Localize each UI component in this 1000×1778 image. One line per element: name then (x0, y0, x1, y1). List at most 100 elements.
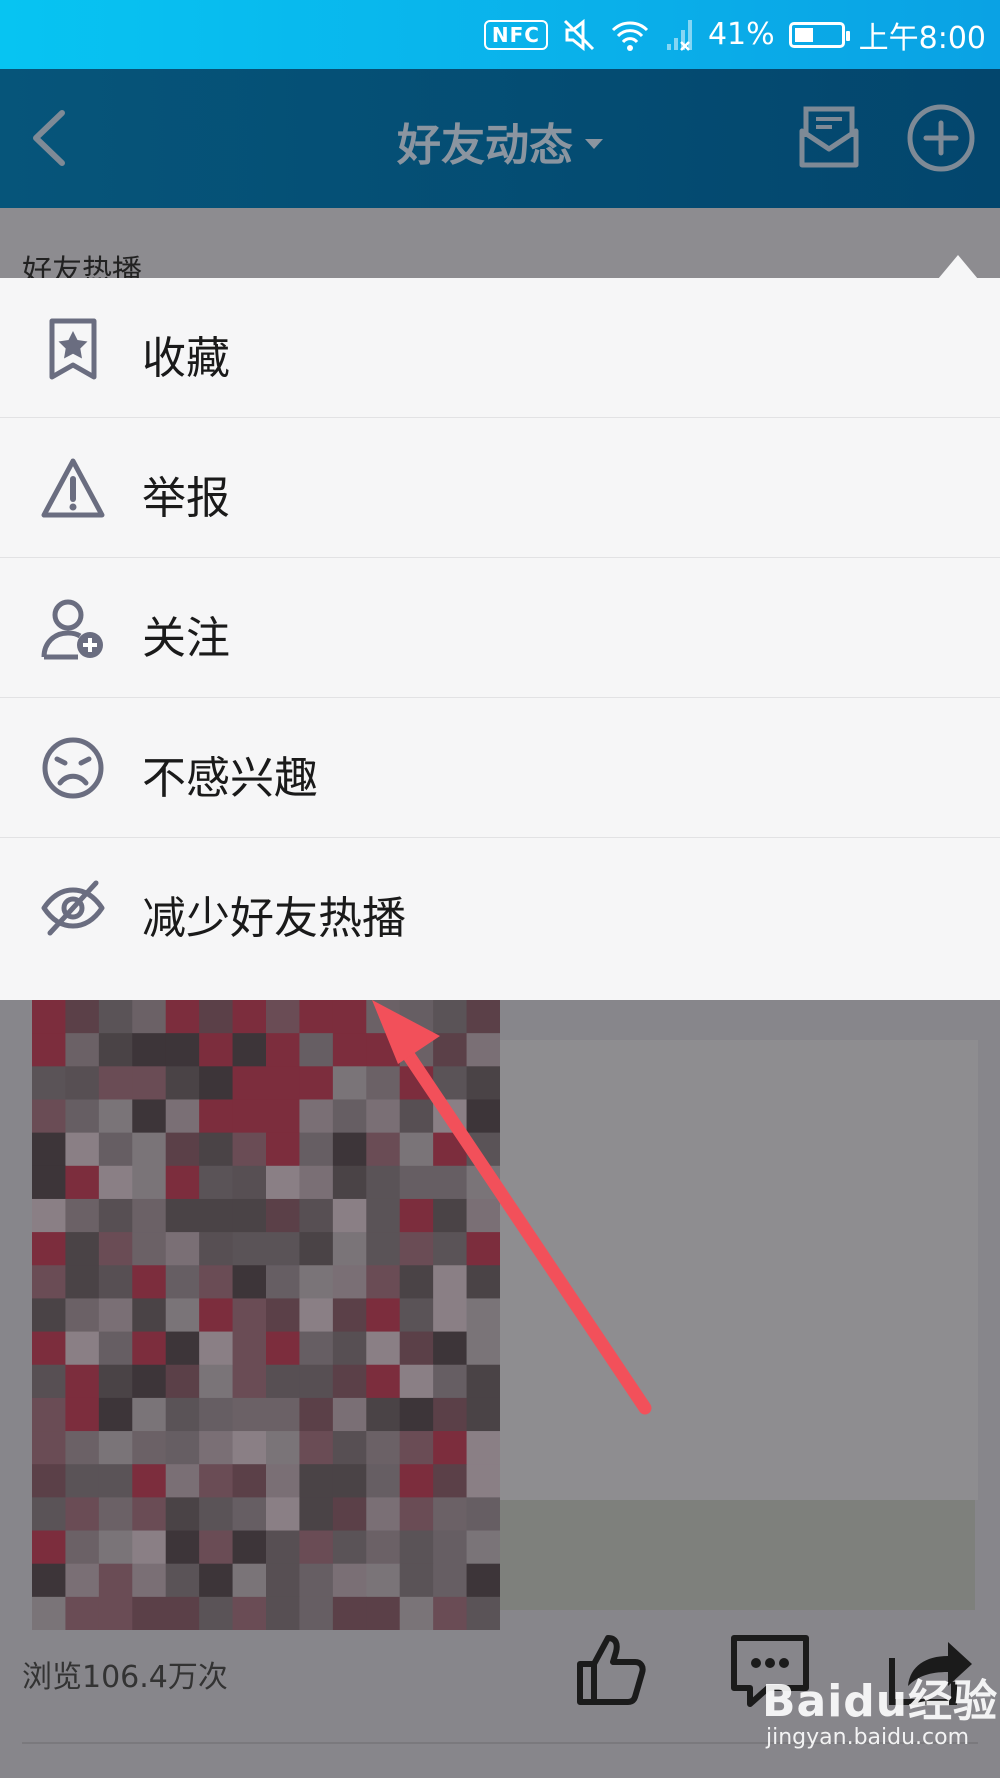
pixelated-post-image[interactable] (32, 1000, 500, 1630)
mosaic-tile (466, 1497, 500, 1532)
baidu-jingyan-watermark: Baidu经验 jingyan.baidu.com (762, 1665, 998, 1750)
mosaic-tile (366, 1431, 401, 1465)
mosaic-tile (199, 1099, 234, 1134)
mosaic-tile (32, 1464, 66, 1498)
mosaic-tile (132, 1232, 167, 1266)
mosaic-tile (266, 1298, 300, 1333)
mosaic-tile (466, 1596, 500, 1630)
mosaic-tile (98, 1331, 133, 1366)
mosaic-tile (299, 1099, 334, 1134)
mosaic-tile (65, 1331, 100, 1366)
mosaic-tile (266, 1033, 300, 1067)
mosaic-tile (433, 1232, 468, 1266)
mosaic-tile (165, 1099, 200, 1134)
mosaic-tile (232, 1000, 267, 1034)
menu-item-not-interested[interactable]: 不感兴趣 (0, 698, 1000, 838)
menu-item-follow[interactable]: 关注 (0, 558, 1000, 698)
mosaic-tile (332, 1464, 367, 1498)
mosaic-tile (65, 1165, 100, 1200)
mosaic-tile (366, 1530, 401, 1565)
mosaic-tile (299, 1000, 334, 1034)
mosaic-tile (366, 1563, 401, 1598)
like-icon[interactable] (560, 1630, 660, 1710)
menu-item-reduce-hot[interactable]: 减少好友热播 (0, 838, 1000, 977)
mosaic-tile (366, 1033, 401, 1067)
caret-down-icon (585, 139, 603, 149)
mosaic-tile (32, 1033, 66, 1067)
mosaic-tile (98, 1397, 133, 1432)
mosaic-tile (399, 1198, 434, 1233)
mosaic-tile (199, 1165, 234, 1200)
mosaic-tile (98, 1232, 133, 1266)
mosaic-tile (299, 1165, 334, 1200)
mosaic-tile (32, 1198, 66, 1233)
mosaic-tile (199, 1596, 234, 1630)
mosaic-tile (266, 1431, 300, 1465)
mosaic-tile (466, 1265, 500, 1299)
mosaic-tile (65, 1298, 100, 1333)
mosaic-tile (165, 1066, 200, 1100)
mosaic-tile (65, 1397, 100, 1432)
mosaic-tile (266, 1464, 300, 1498)
mosaic-tile (232, 1364, 267, 1399)
mosaic-tile (98, 1464, 133, 1498)
mosaic-tile (98, 1563, 133, 1598)
mail-icon[interactable] (792, 101, 866, 175)
mosaic-tile (32, 1596, 66, 1630)
mosaic-tile (98, 1530, 133, 1565)
sub-header: 好友热播 (0, 208, 1000, 289)
mosaic-tile (299, 1364, 334, 1399)
mosaic-tile (399, 1563, 434, 1598)
mosaic-tile (65, 1033, 100, 1067)
mosaic-tile (232, 1165, 267, 1200)
post-image-background (500, 1040, 978, 1500)
menu-item-favorite[interactable]: 收藏 (0, 278, 1000, 418)
mosaic-tile (165, 1530, 200, 1565)
mosaic-tile (98, 1066, 133, 1100)
mosaic-tile (32, 1331, 66, 1366)
mosaic-tile (399, 1265, 434, 1299)
popup-pointer (938, 255, 978, 279)
mosaic-tile (199, 1563, 234, 1598)
mosaic-tile (266, 1232, 300, 1266)
mosaic-tile (132, 1099, 167, 1134)
mosaic-tile (433, 1431, 468, 1465)
mosaic-tile (399, 1530, 434, 1565)
mosaic-tile (232, 1596, 267, 1630)
mosaic-tile (199, 1464, 234, 1498)
mosaic-tile (433, 1265, 468, 1299)
mosaic-tile (132, 1331, 167, 1366)
mosaic-tile (466, 1397, 500, 1432)
mosaic-tile (399, 1364, 434, 1399)
battery-level (794, 27, 813, 42)
mosaic-tile (366, 1596, 401, 1630)
mosaic-tile (32, 1066, 66, 1100)
mosaic-tile (399, 1331, 434, 1366)
mosaic-tile (165, 1298, 200, 1333)
mosaic-tile (98, 1033, 133, 1067)
mosaic-tile (32, 1431, 66, 1465)
mosaic-tile (65, 1232, 100, 1266)
add-icon[interactable] (906, 103, 976, 173)
mosaic-tile (199, 1431, 234, 1465)
mosaic-tile (165, 1596, 200, 1630)
mosaic-tile (132, 1431, 167, 1465)
mosaic-tile (332, 1331, 367, 1366)
menu-item-report[interactable]: 举报 (0, 418, 1000, 558)
signal-icon (666, 19, 692, 51)
mosaic-tile (266, 1563, 300, 1598)
mosaic-tile (399, 1431, 434, 1465)
mosaic-tile (433, 1099, 468, 1134)
mosaic-tile (299, 1397, 334, 1432)
mosaic-tile (433, 1331, 468, 1366)
mosaic-tile (232, 1530, 267, 1565)
mosaic-tile (466, 1563, 500, 1598)
mosaic-tile (332, 1099, 367, 1134)
mosaic-tile (232, 1066, 267, 1100)
mosaic-tile (165, 1464, 200, 1498)
mosaic-tile (199, 1530, 234, 1565)
mosaic-tile (98, 1364, 133, 1399)
mosaic-tile (399, 1099, 434, 1134)
mosaic-tile (65, 1066, 100, 1100)
status-icons: NFC 41% 上午8:00 (483, 0, 986, 69)
